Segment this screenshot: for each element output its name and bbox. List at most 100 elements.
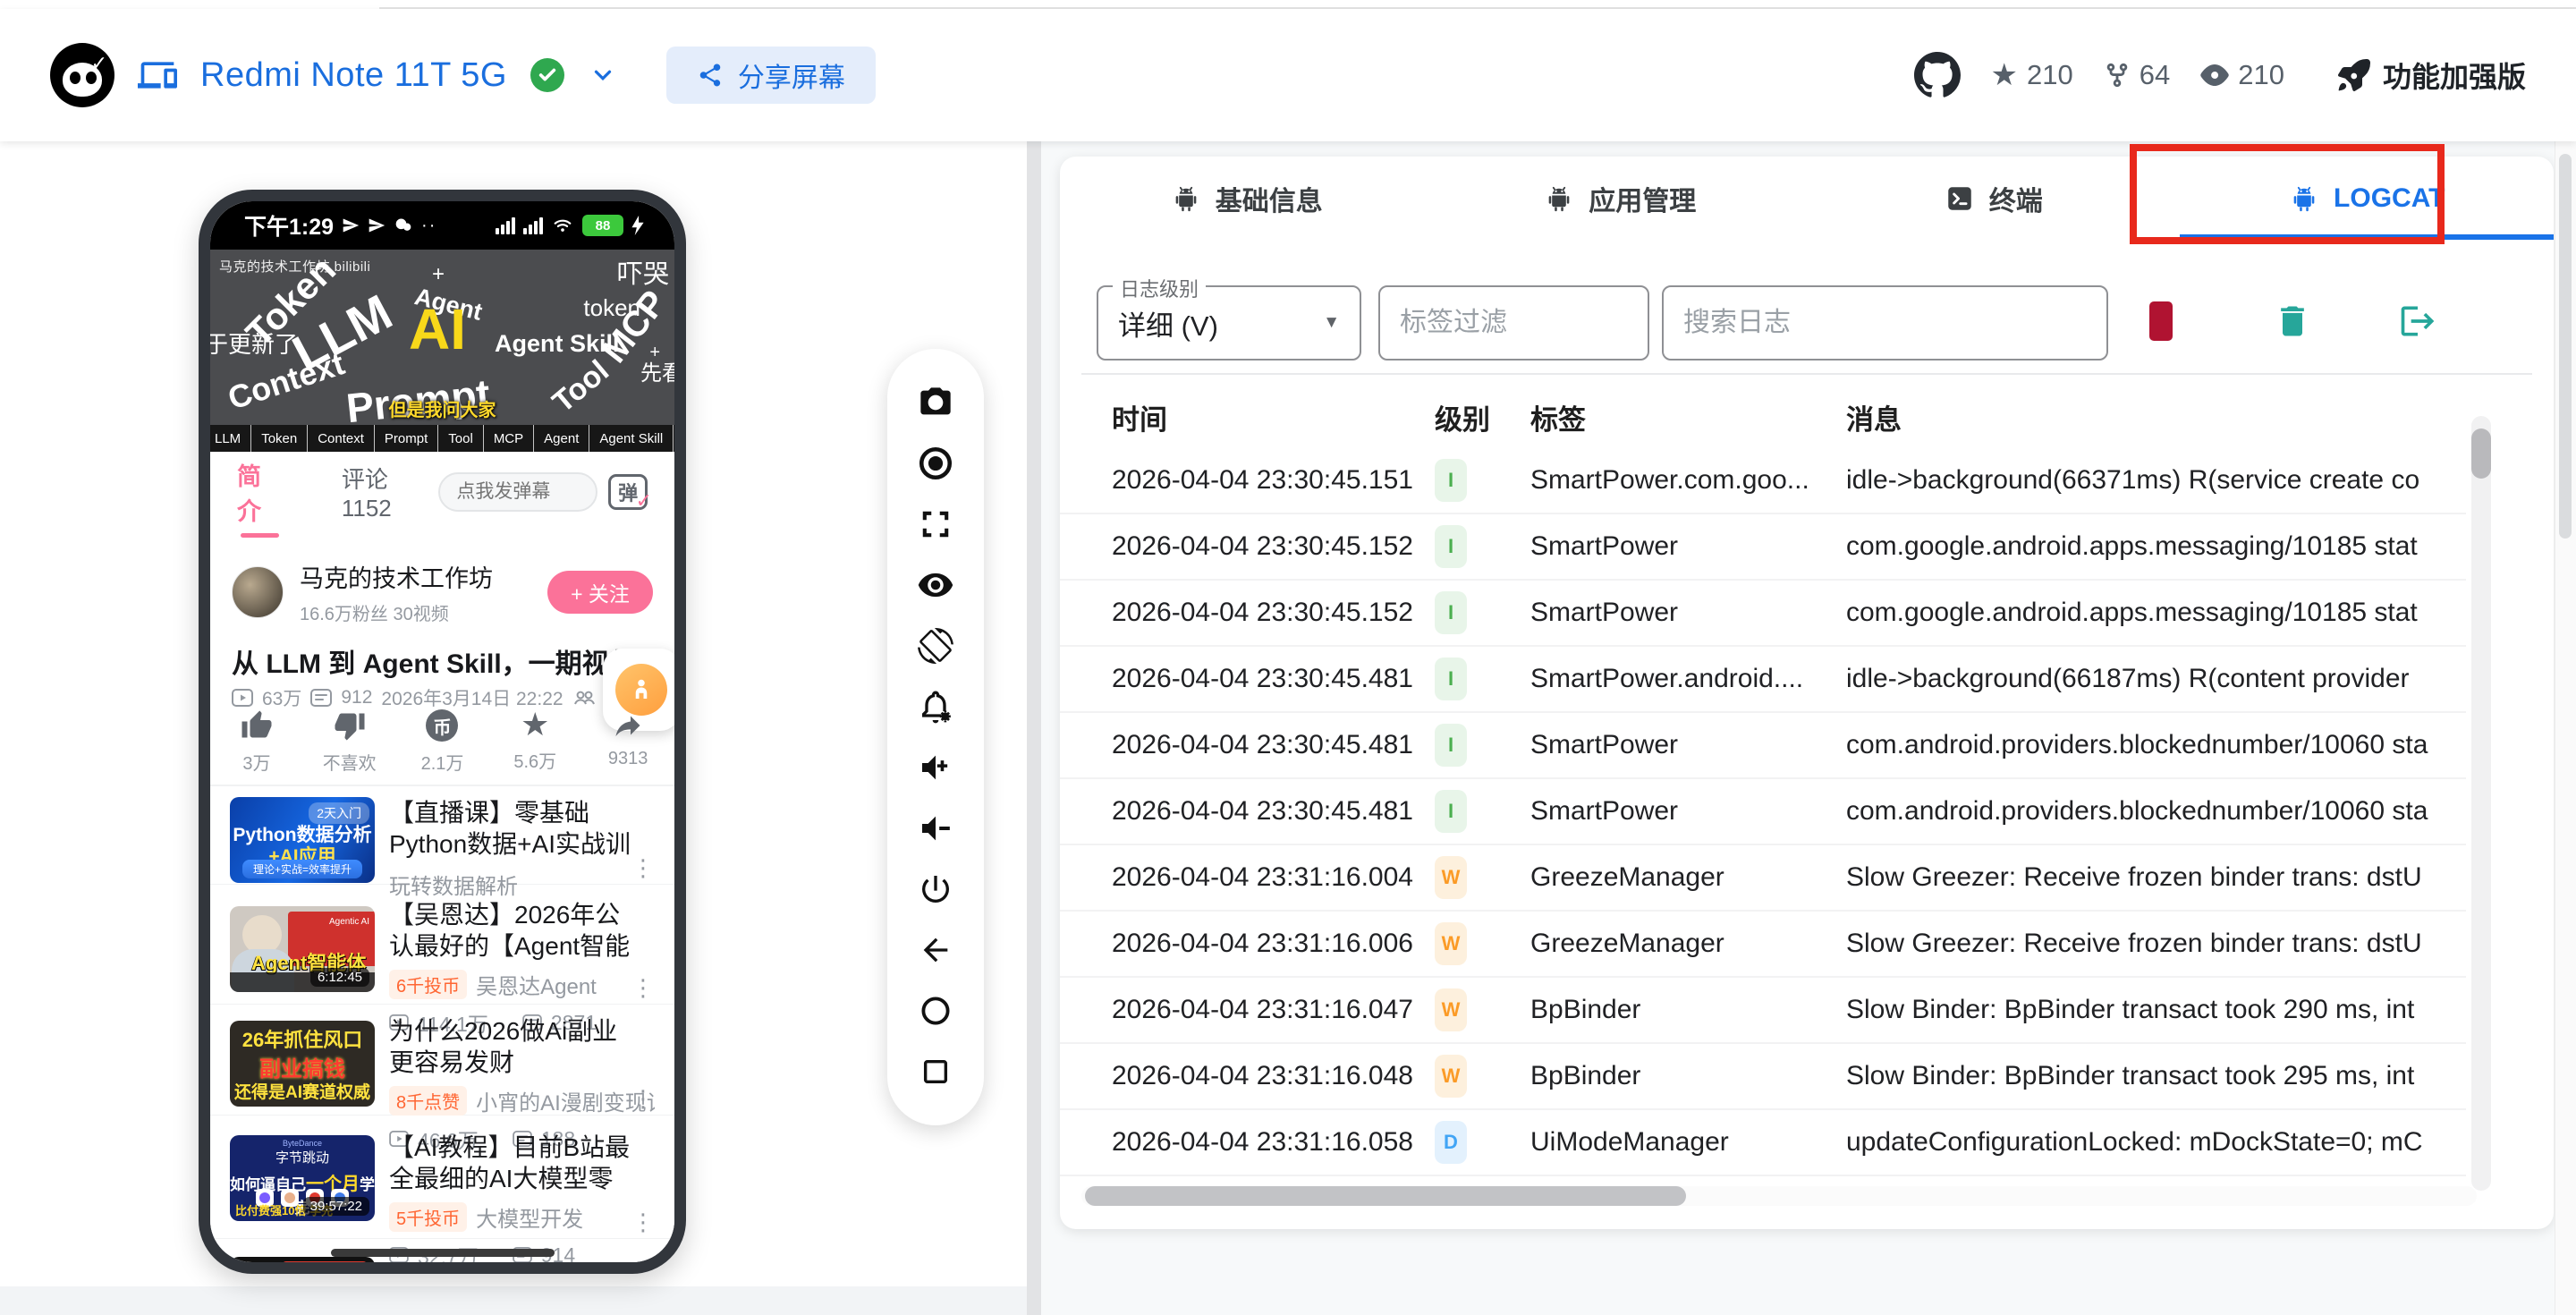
scrollbar-thumb[interactable] [2559, 154, 2572, 539]
tab-intro[interactable]: 简介 [237, 457, 283, 527]
app-logo-panda[interactable]: ✓ [50, 43, 114, 107]
tab-comments[interactable]: 评论 1152 [342, 462, 438, 522]
panel-splitter[interactable] [1027, 141, 1041, 1315]
page-scrollbar[interactable] [2555, 141, 2576, 1315]
github-watchers[interactable]: 210 [2200, 59, 2284, 91]
back-button[interactable] [916, 930, 955, 970]
more-options-icon[interactable]: ⋮ [631, 974, 655, 1002]
video-thumbnail [230, 1257, 375, 1262]
list-item[interactable]: 2天入门 Python数据分析 +AI应用 理论+实战=效率提升 【直播课】零基… [210, 788, 674, 885]
github-icon[interactable] [1914, 52, 1961, 98]
log-row[interactable]: 2026-04-04 23:31:16.047WBpBinderSlow Bin… [1060, 978, 2466, 1044]
home-circle-icon [919, 994, 953, 1028]
scrollbar-thumb[interactable] [2471, 428, 2491, 479]
tag-filter-input[interactable] [1380, 287, 1648, 359]
chapter-item[interactable]: Agent Skill [589, 425, 674, 452]
export-logs-button[interactable] [2394, 298, 2441, 344]
tab-basic-info[interactable]: 基础信息 [1060, 157, 1434, 240]
rocket-icon [2338, 59, 2370, 91]
log-vertical-scrollbar[interactable] [2471, 416, 2491, 1191]
volume-up-button[interactable] [916, 748, 955, 787]
enhanced-version-link[interactable]: 功能加强版 [2338, 55, 2526, 96]
log-row[interactable]: 2026-04-04 23:30:45.151ISmartPower.com.g… [1060, 448, 2466, 514]
favorite-button[interactable]: ★ 5.6万 [488, 709, 581, 776]
video-player[interactable]: 马克的技术工作坊 bilibili +吓哭TokenAgenttoken于更新了… [210, 250, 674, 452]
volume-down-button[interactable] [916, 809, 955, 848]
notification-settings-button[interactable] [916, 687, 955, 726]
list-item[interactable]: 26年抓住风口 副业搞钱 还得是AI赛道权威 为什么2026做Ai副业更容易发财… [210, 1005, 674, 1116]
chapter-item[interactable]: Token [251, 425, 308, 452]
recents-button[interactable] [916, 1052, 955, 1091]
log-row[interactable]: 2026-04-04 23:30:45.481ISmartPowercom.an… [1060, 713, 2466, 779]
android-icon [1544, 183, 1574, 214]
eye-icon [2200, 61, 2229, 89]
log-row[interactable]: 2026-04-04 23:31:16.004WGreezeManagerSlo… [1060, 845, 2466, 912]
log-tag: BpBinder [1530, 995, 1846, 1025]
log-message: idle->background(66371ms) R(service crea… [1846, 465, 2466, 496]
log-row[interactable]: 2026-04-04 23:30:45.481ISmartPowercom.an… [1060, 779, 2466, 845]
chapter-item[interactable]: LLM [210, 425, 251, 452]
home-indicator[interactable] [331, 1249, 555, 1257]
device-dropdown-icon[interactable] [588, 60, 618, 90]
fullscreen-button[interactable] [916, 505, 955, 544]
video-thumbnail: Agentic AI Agent智能体 6:12:45 [230, 906, 375, 992]
log-time: 2026-04-04 23:30:45.151 [1060, 465, 1435, 496]
log-row[interactable]: 2026-04-04 23:31:16.006WGreezeManagerSlo… [1060, 912, 2466, 978]
channel-avatar[interactable] [232, 566, 284, 618]
log-search-input[interactable] [1664, 287, 2106, 359]
signal-icon [496, 217, 515, 234]
follow-button[interactable]: + 关注 [547, 571, 653, 614]
screenshot-button[interactable] [916, 383, 955, 422]
home-button[interactable] [916, 991, 955, 1031]
rotate-screen-button[interactable] [916, 626, 955, 666]
hide-screen-button[interactable] [916, 565, 955, 605]
power-button[interactable] [916, 870, 955, 909]
log-tag: GreezeManager [1530, 929, 1846, 959]
coin-button[interactable]: 币 2.1万 [396, 709, 489, 776]
log-row[interactable]: 2026-04-04 23:31:16.048WBpBinderSlow Bin… [1060, 1044, 2466, 1110]
notification-icon [368, 216, 386, 234]
chapter-item[interactable]: Prompt [375, 425, 438, 452]
log-row[interactable]: 2026-04-04 23:30:45.481ISmartPower.andro… [1060, 647, 2466, 713]
device-connected-icon [530, 58, 564, 92]
share-screen-label: 分享屏幕 [738, 55, 845, 95]
danmaku-toggle[interactable]: 弹✓ [608, 474, 648, 510]
video-thumbnail: 2天入门 Python数据分析 +AI应用 理论+实战=效率提升 [230, 797, 375, 883]
more-options-icon[interactable]: ⋮ [631, 1085, 655, 1113]
wechat-icon [394, 216, 413, 234]
log-row[interactable]: 2026-04-04 23:30:45.152ISmartPowercom.go… [1060, 514, 2466, 581]
video-title[interactable]: 从 LLM 到 Agent Skill，一期视频带你打通底... [232, 641, 625, 681]
star-icon: ★ [1991, 57, 2018, 93]
list-item[interactable]: ByteDance字节跳动 如何逼自己一个月学完 比付费强10倍 学完 39:5… [210, 1116, 674, 1239]
list-item[interactable]: Agentic AI Agent智能体 6:12:45 【吴恩达】2026年公认… [210, 885, 674, 1005]
github-stars[interactable]: ★ 210 [1991, 57, 2073, 93]
share-video-button[interactable]: 9313 [581, 709, 674, 776]
log-row[interactable]: 2026-04-04 23:31:16.058DUiModeManagerupd… [1060, 1110, 2466, 1176]
dislike-button[interactable]: 不喜欢 [303, 709, 396, 776]
more-options-icon[interactable]: ⋮ [631, 1209, 655, 1236]
rec-channel: 大模型开发 [476, 1201, 583, 1233]
clear-logs-button[interactable] [2269, 298, 2316, 344]
log-row[interactable]: 2026-04-04 23:30:45.152ISmartPowercom.go… [1060, 581, 2466, 647]
chapter-item[interactable]: MCP [484, 425, 534, 452]
chapter-item[interactable]: Tool [438, 425, 484, 452]
log-tag: SmartPower.com.goo... [1530, 465, 1846, 496]
share-screen-button[interactable]: 分享屏幕 [666, 47, 876, 104]
tab-app-management[interactable]: 应用管理 [1434, 157, 1808, 240]
phone-screen[interactable]: 下午1:29 ·· 88 马克的技术工作坊 bilibil [210, 201, 674, 1262]
chapter-item[interactable]: Context [308, 425, 375, 452]
record-screen-button[interactable] [916, 444, 955, 483]
log-horizontal-scrollbar[interactable] [1081, 1186, 2477, 1206]
device-name[interactable]: Redmi Note 11T 5G [200, 56, 507, 95]
danmaku-input[interactable] [438, 472, 597, 512]
stop-capture-button[interactable] [2149, 301, 2173, 341]
tab-terminal[interactable]: 终端 [1807, 157, 2181, 240]
like-button[interactable]: 3万 [210, 709, 303, 776]
more-options-icon[interactable]: ⋮ [631, 854, 655, 882]
scrollbar-thumb[interactable] [1085, 1186, 1686, 1206]
log-level-select[interactable]: 日志级别 详细 (V) ▼ [1097, 285, 1361, 361]
channel-name[interactable]: 马克的技术工作坊 [300, 559, 493, 594]
log-level-badge: D [1435, 1121, 1467, 1164]
github-forks[interactable]: 64 [2104, 59, 2170, 91]
chapter-item[interactable]: Agent [534, 425, 589, 452]
